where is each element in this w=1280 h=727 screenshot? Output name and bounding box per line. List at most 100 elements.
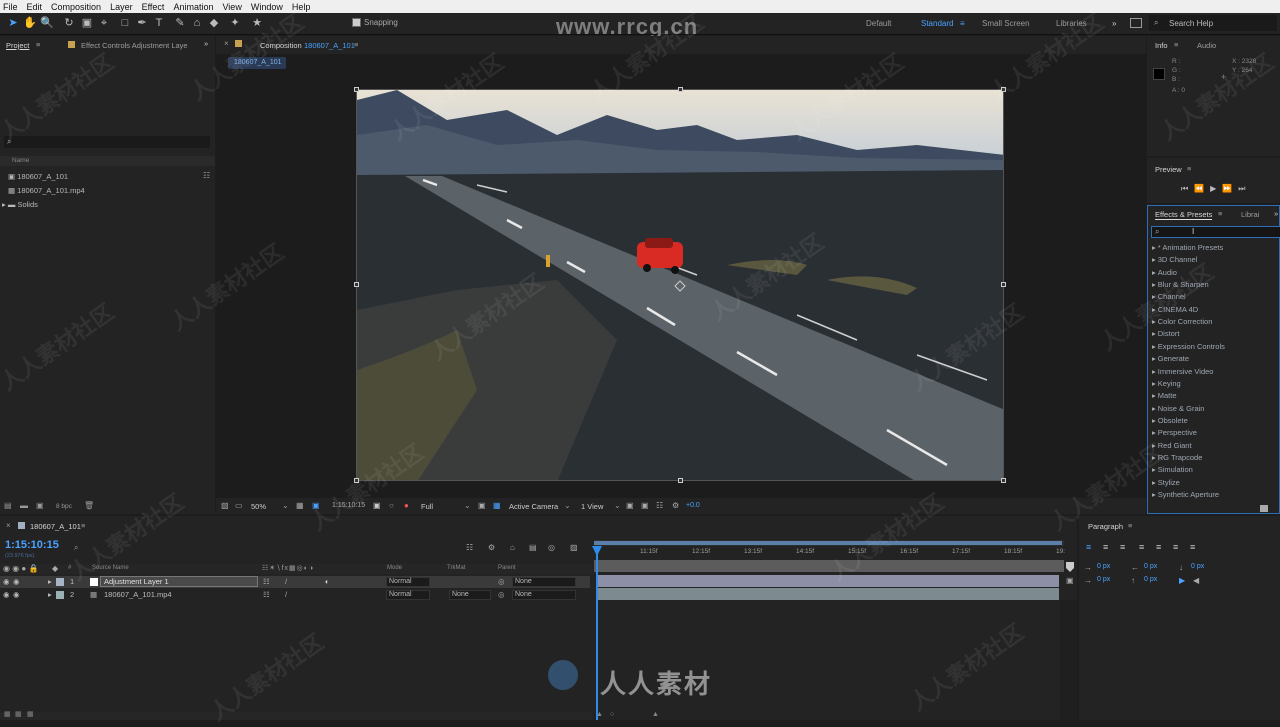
last-frame-icon[interactable]: ⏭ bbox=[1238, 184, 1251, 193]
menu-animation[interactable]: Animation bbox=[173, 2, 213, 12]
timeline-current-time[interactable]: 1:15:10:15 bbox=[5, 539, 59, 551]
draft-3d-icon[interactable]: ⚙ bbox=[488, 543, 495, 552]
menu-layer[interactable]: Layer bbox=[110, 2, 133, 12]
exposure-value[interactable]: +0.0 bbox=[686, 502, 700, 509]
transform-handle[interactable] bbox=[1001, 87, 1006, 92]
snapping-checkbox[interactable] bbox=[352, 18, 361, 27]
play-icon[interactable]: ▶ bbox=[1210, 184, 1222, 193]
effects-category-item[interactable]: Color Correction bbox=[1152, 317, 1213, 326]
shy-switch-icon[interactable]: ☷ bbox=[263, 577, 270, 586]
more-workspaces-icon[interactable]: » bbox=[1112, 19, 1116, 28]
space-after-value[interactable]: 0 px bbox=[1191, 563, 1204, 570]
effects-category-item[interactable]: Expression Controls bbox=[1152, 342, 1225, 351]
project-item-comp[interactable]: ▣ 180607_A_101 bbox=[8, 172, 68, 181]
roto-brush-tool-icon[interactable]: ✦ bbox=[228, 16, 242, 30]
tab-info[interactable]: Info bbox=[1155, 41, 1168, 50]
previous-frame-icon[interactable]: ⏪ bbox=[1194, 184, 1210, 193]
audio-toggle-icon[interactable]: ◉ bbox=[13, 577, 20, 586]
layer-duration-bar[interactable] bbox=[597, 575, 1059, 587]
timeline-menu-icon[interactable]: ≡ bbox=[81, 521, 85, 530]
time-stretch-icon[interactable]: ▦ bbox=[27, 710, 34, 718]
effects-category-item[interactable]: Generate bbox=[1152, 354, 1189, 363]
tab-audio[interactable]: Audio bbox=[1197, 41, 1216, 50]
zoom-out-icon[interactable]: ▲ bbox=[596, 711, 603, 718]
motion-blur-icon[interactable]: ◎ bbox=[548, 543, 555, 552]
align-right-icon[interactable]: ≡ bbox=[1120, 542, 1125, 552]
flowchart-icon[interactable]: ☷ bbox=[203, 171, 210, 180]
justify-last-right-icon[interactable]: ≡ bbox=[1173, 542, 1178, 552]
more-panels-icon[interactable]: » bbox=[204, 39, 208, 48]
project-item-footage[interactable]: ▦ 180607_A_101.mp4 bbox=[8, 186, 85, 195]
adjustment-switch-icon[interactable]: ◐ bbox=[325, 577, 330, 586]
toggle-pixel-aspect-icon[interactable]: ▣ bbox=[626, 501, 634, 510]
effects-category-item[interactable]: CINEMA 4D bbox=[1152, 305, 1198, 314]
layer-duration-bar[interactable] bbox=[597, 588, 1059, 600]
tab-project[interactable]: Project bbox=[6, 41, 29, 50]
tab-effects-presets[interactable]: Effects & Presets bbox=[1155, 210, 1213, 220]
effects-category-item[interactable]: * Animation Presets bbox=[1152, 243, 1223, 252]
menu-file[interactable]: File bbox=[3, 2, 18, 12]
effects-category-item[interactable]: Distort bbox=[1152, 329, 1180, 338]
exposure-icon[interactable]: ⚙ bbox=[672, 501, 679, 510]
effects-category-item[interactable]: Noise & Grain bbox=[1152, 404, 1205, 413]
transform-handle[interactable] bbox=[1001, 478, 1006, 483]
toggle-draft-3d-icon[interactable]: ▣ bbox=[641, 501, 649, 510]
workspace-small-screen[interactable]: Small Screen bbox=[982, 19, 1030, 28]
comp-button-icon[interactable]: ▣ bbox=[1066, 576, 1074, 585]
quality-switch-icon[interactable]: / bbox=[285, 590, 287, 599]
effects-category-item[interactable]: Perspective bbox=[1152, 428, 1197, 437]
effects-category-item[interactable]: Simulation bbox=[1152, 465, 1193, 474]
fast-previews-icon[interactable]: ▣ bbox=[478, 501, 486, 510]
comp-end-marker-icon[interactable] bbox=[1066, 562, 1074, 572]
zoom-slider[interactable]: ▲ ○ ▲ bbox=[596, 711, 660, 720]
transfer-controls-icon[interactable]: ▦ bbox=[15, 710, 22, 718]
effects-category-item[interactable]: Keying bbox=[1152, 379, 1181, 388]
transform-handle[interactable] bbox=[678, 87, 683, 92]
search-help-field[interactable]: ⌕ Search Help bbox=[1149, 15, 1277, 31]
video-toggle-icon[interactable]: ◉ bbox=[3, 577, 10, 586]
label-color-swatch[interactable] bbox=[56, 591, 64, 599]
blend-mode-dropdown[interactable]: Normal bbox=[386, 590, 430, 600]
comp-mini-flowchart-icon[interactable]: ☷ bbox=[466, 543, 473, 552]
transform-handle[interactable] bbox=[354, 282, 359, 287]
trkmat-header[interactable]: TrkMat bbox=[447, 565, 465, 571]
quality-switch-icon[interactable]: / bbox=[285, 577, 287, 586]
always-preview-icon[interactable]: ▧ bbox=[221, 501, 229, 510]
effects-category-item[interactable]: Red Giant bbox=[1152, 441, 1192, 450]
sync-settings-icon[interactable] bbox=[1130, 18, 1142, 28]
new-preset-icon[interactable] bbox=[1260, 505, 1268, 512]
zoom-tool-icon[interactable]: 🔍 bbox=[40, 16, 54, 30]
align-center-icon[interactable]: ≡ bbox=[1103, 542, 1108, 552]
bit-depth-label[interactable]: 8 bpc bbox=[56, 503, 72, 510]
pick-whip-icon[interactable]: ◎ bbox=[498, 577, 505, 586]
timeline-scrollbar[interactable] bbox=[1060, 600, 1077, 720]
tab-libraries[interactable]: Librai bbox=[1241, 210, 1259, 219]
effects-category-item[interactable]: Obsolete bbox=[1152, 416, 1188, 425]
rectangle-tool-icon[interactable]: □ bbox=[118, 16, 132, 30]
pen-tool-icon[interactable]: ✒ bbox=[135, 16, 149, 30]
composition-viewer[interactable] bbox=[356, 89, 1004, 481]
preview-menu-icon[interactable]: ≡ bbox=[1187, 164, 1191, 173]
effects-category-item[interactable]: RG Trapcode bbox=[1152, 453, 1203, 462]
effects-category-item[interactable]: Audio bbox=[1152, 268, 1177, 277]
justify-last-left-icon[interactable]: ≡ bbox=[1139, 542, 1144, 552]
grid-icon[interactable]: ▦ bbox=[296, 501, 304, 510]
effects-menu-icon[interactable]: ≡ bbox=[1218, 209, 1222, 218]
playhead-icon[interactable] bbox=[592, 546, 602, 556]
monitor-icon[interactable]: ▭ bbox=[235, 501, 243, 510]
shy-layers-icon[interactable]: ⌂ bbox=[510, 543, 515, 552]
timeline-search-icon[interactable]: ⌕ bbox=[74, 543, 78, 553]
label-color-swatch[interactable] bbox=[56, 578, 64, 586]
type-tool-icon[interactable]: T bbox=[152, 16, 166, 30]
trash-icon[interactable]: 🗑 bbox=[84, 501, 94, 510]
indent-right-value[interactable]: 0 px bbox=[1144, 563, 1157, 570]
video-toggle-icon[interactable]: ◉ bbox=[3, 590, 10, 599]
camera-tool-icon[interactable]: ▣ bbox=[80, 16, 94, 30]
menu-window[interactable]: Window bbox=[251, 2, 283, 12]
close-tab-icon[interactable]: × bbox=[6, 521, 11, 530]
current-time-indicator[interactable] bbox=[596, 546, 598, 720]
parent-header[interactable]: Parent bbox=[498, 565, 516, 571]
table-row[interactable]: ◉ ◉ ▸ 1 Adjustment Layer 1 ☷ / ◐ Normal … bbox=[0, 576, 590, 588]
show-snapshot-icon[interactable]: ○ bbox=[389, 501, 394, 510]
effects-search-input[interactable]: ⌕ I bbox=[1151, 226, 1280, 238]
